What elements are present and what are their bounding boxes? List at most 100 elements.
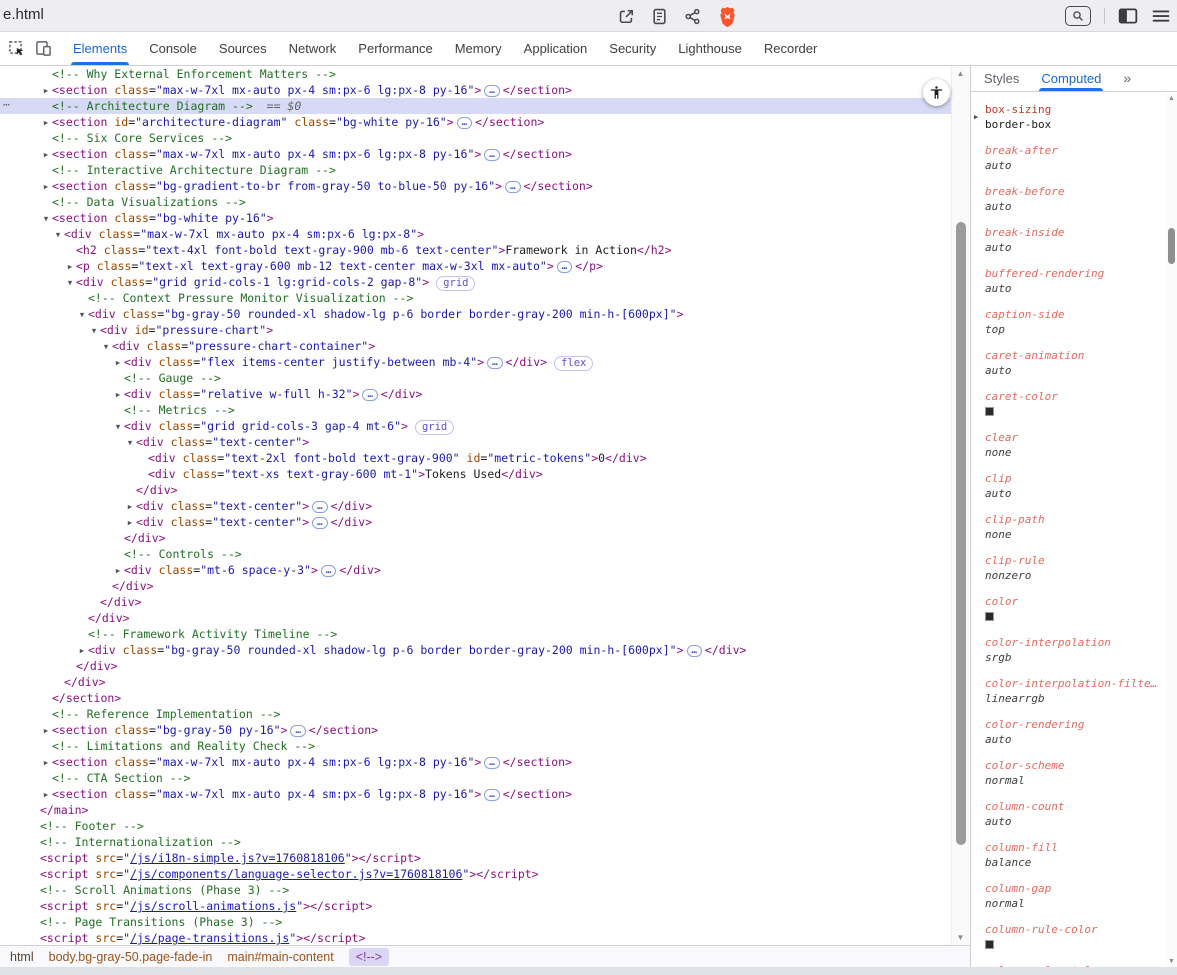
computed-property[interactable]: break-insideauto bbox=[985, 225, 1167, 256]
tree-row[interactable]: <!-- Limitations and Reality Check --> bbox=[0, 738, 952, 754]
scrollbar-thumb[interactable] bbox=[1168, 228, 1175, 264]
more-tabs-icon[interactable]: » bbox=[1123, 66, 1131, 91]
tree-row[interactable]: <!-- Gauge --> bbox=[0, 370, 952, 386]
computed-property[interactable]: color-interpolation-filte…linearrgb bbox=[985, 676, 1167, 707]
devtools-tab-recorder[interactable]: Recorder bbox=[753, 32, 828, 65]
tree-row[interactable]: <!-- Metrics --> bbox=[0, 402, 952, 418]
collapse-arrow-icon[interactable]: ▼ bbox=[112, 419, 124, 435]
collapse-arrow-icon[interactable]: ▼ bbox=[100, 339, 112, 355]
tree-row[interactable]: ▼<div class="grid grid-cols-3 gap-4 mt-6… bbox=[0, 418, 952, 434]
computed-property[interactable]: clipauto bbox=[985, 471, 1167, 502]
tree-row[interactable]: ▼<div id="pressure-chart"> bbox=[0, 322, 952, 338]
sidebar-tab-computed[interactable]: Computed bbox=[1041, 66, 1101, 91]
flex-badge[interactable]: flex bbox=[554, 356, 593, 371]
tree-row[interactable]: <div class="text-xs text-gray-600 mt-1">… bbox=[0, 466, 952, 482]
tree-row[interactable]: ▶<section class="max-w-7xl mx-auto px-4 … bbox=[0, 82, 952, 98]
devtools-tab-performance[interactable]: Performance bbox=[347, 32, 443, 65]
devtools-tab-application[interactable]: Application bbox=[513, 32, 599, 65]
tree-row[interactable]: ▶<div class="mt-6 space-y-3">…</div> bbox=[0, 562, 952, 578]
collapse-arrow-icon[interactable]: ▼ bbox=[88, 323, 100, 339]
tree-row[interactable]: <script src="/js/page-transitions.js"></… bbox=[0, 930, 952, 945]
tree-row[interactable]: </div> bbox=[0, 594, 952, 610]
computed-property[interactable]: buffered-renderingauto bbox=[985, 266, 1167, 297]
tree-row[interactable]: </div> bbox=[0, 610, 952, 626]
tree-row[interactable]: <!-- Interactive Architecture Diagram --… bbox=[0, 162, 952, 178]
expand-arrow-icon[interactable]: ▶ bbox=[64, 259, 76, 275]
computed-property[interactable]: caption-sidetop bbox=[985, 307, 1167, 338]
computed-property[interactable]: column-fillbalance bbox=[985, 840, 1167, 871]
tree-row[interactable]: <div class="text-2xl font-bold text-gray… bbox=[0, 450, 952, 466]
device-toolbar-icon[interactable] bbox=[35, 40, 52, 57]
computed-property[interactable]: ▶box-sizingborder-box bbox=[985, 102, 1167, 133]
grid-badge[interactable]: grid bbox=[415, 420, 454, 435]
tree-row[interactable]: <!-- Page Transitions (Phase 3) --> bbox=[0, 914, 952, 930]
tree-row[interactable]: </div> bbox=[0, 658, 952, 674]
inline-expand-button[interactable]: … bbox=[687, 645, 702, 657]
tree-row[interactable]: <!-- Internationalization --> bbox=[0, 834, 952, 850]
tree-row[interactable]: ▶<section class="max-w-7xl mx-auto px-4 … bbox=[0, 754, 952, 770]
tree-row[interactable]: ▶<div class="text-center">…</div> bbox=[0, 498, 952, 514]
computed-property[interactable]: column-rule-color bbox=[985, 922, 1167, 953]
tree-row[interactable]: ▶<section id="architecture-diagram" clas… bbox=[0, 114, 952, 130]
inline-expand-button[interactable]: … bbox=[321, 565, 336, 577]
devtools-tab-network[interactable]: Network bbox=[278, 32, 348, 65]
tree-row[interactable]: <!-- Controls --> bbox=[0, 546, 952, 562]
expand-arrow-icon[interactable]: ▶ bbox=[40, 147, 52, 163]
computed-property[interactable]: color-schemenormal bbox=[985, 758, 1167, 789]
inline-expand-button[interactable]: … bbox=[484, 85, 499, 97]
inline-expand-button[interactable]: … bbox=[484, 149, 499, 161]
expand-arrow-icon[interactable]: ▶ bbox=[124, 499, 136, 515]
inline-expand-button[interactable]: … bbox=[312, 517, 327, 529]
computed-property[interactable]: clip-rulenonzero bbox=[985, 553, 1167, 584]
computed-property[interactable]: column-gapnormal bbox=[985, 881, 1167, 912]
expand-arrow-icon[interactable]: ▶ bbox=[40, 83, 52, 99]
tree-row[interactable]: ▶<p class="text-xl text-gray-600 mb-12 t… bbox=[0, 258, 952, 274]
scroll-down-icon[interactable]: ▼ bbox=[952, 933, 969, 942]
tree-row[interactable]: </main> bbox=[0, 802, 952, 818]
computed-property[interactable]: break-afterauto bbox=[985, 143, 1167, 174]
accessibility-fab[interactable] bbox=[923, 79, 950, 106]
tree-row[interactable]: <!-- Context Pressure Monitor Visualizat… bbox=[0, 290, 952, 306]
devtools-tab-lighthouse[interactable]: Lighthouse bbox=[667, 32, 753, 65]
menu-icon[interactable] bbox=[1151, 7, 1171, 25]
devtools-tab-memory[interactable]: Memory bbox=[444, 32, 513, 65]
inline-expand-button[interactable]: … bbox=[362, 389, 377, 401]
devtools-tab-sources[interactable]: Sources bbox=[208, 32, 278, 65]
tree-row[interactable]: ▼<div class="pressure-chart-container"> bbox=[0, 338, 952, 354]
collapse-arrow-icon[interactable]: ▼ bbox=[64, 275, 76, 291]
computed-property[interactable]: break-beforeauto bbox=[985, 184, 1167, 215]
inline-expand-button[interactable]: … bbox=[312, 501, 327, 513]
find-icon[interactable] bbox=[1065, 6, 1091, 26]
inline-expand-button[interactable]: … bbox=[484, 789, 499, 801]
tree-row[interactable]: <!-- CTA Section --> bbox=[0, 770, 952, 786]
expand-arrow-icon[interactable]: ▶ bbox=[40, 723, 52, 739]
sidebar-tab-styles[interactable]: Styles bbox=[984, 66, 1019, 91]
color-swatch[interactable] bbox=[985, 407, 994, 416]
tree-row[interactable]: <script src="/js/i18n-simple.js?v=176081… bbox=[0, 850, 952, 866]
computed-property[interactable]: caret-animationauto bbox=[985, 348, 1167, 379]
collapse-arrow-icon[interactable]: ▼ bbox=[124, 435, 136, 451]
devtools-tab-elements[interactable]: Elements bbox=[62, 32, 138, 65]
computed-property[interactable]: clip-pathnone bbox=[985, 512, 1167, 543]
tree-row[interactable]: </div> bbox=[0, 482, 952, 498]
breadcrumb-item[interactable]: main#main-content bbox=[227, 950, 333, 964]
tree-row[interactable]: <!-- Why External Enforcement Matters --… bbox=[0, 66, 952, 82]
computed-property[interactable]: column-countauto bbox=[985, 799, 1167, 830]
tree-row[interactable]: <!-- Reference Implementation --> bbox=[0, 706, 952, 722]
expand-arrow-icon[interactable]: ▶ bbox=[40, 179, 52, 195]
breadcrumb-item[interactable]: body.bg-gray-50.page-fade-in bbox=[49, 950, 213, 964]
expand-arrow-icon[interactable]: ▶ bbox=[124, 515, 136, 531]
sidebar-toggle-icon[interactable] bbox=[1118, 7, 1138, 25]
expand-arrow-icon[interactable]: ▶ bbox=[40, 787, 52, 803]
tree-row[interactable]: ▶<div class="relative w-full h-32">…</di… bbox=[0, 386, 952, 402]
devtools-tab-console[interactable]: Console bbox=[138, 32, 208, 65]
tree-row[interactable]: ▶<section class="bg-gradient-to-br from-… bbox=[0, 178, 952, 194]
scroll-up-icon[interactable]: ▲ bbox=[952, 69, 969, 78]
expand-arrow-icon[interactable]: ▶ bbox=[112, 355, 124, 371]
scrollbar-thumb[interactable] bbox=[956, 222, 966, 845]
tree-row[interactable]: ▼<div class="bg-gray-50 rounded-xl shado… bbox=[0, 306, 952, 322]
brave-shield-icon[interactable] bbox=[718, 6, 737, 27]
inline-expand-button[interactable]: … bbox=[557, 261, 572, 273]
tree-row[interactable]: ▶<div class="bg-gray-50 rounded-xl shado… bbox=[0, 642, 952, 658]
sidebar-scrollbar[interactable]: ▲ ▼ bbox=[1166, 93, 1177, 967]
